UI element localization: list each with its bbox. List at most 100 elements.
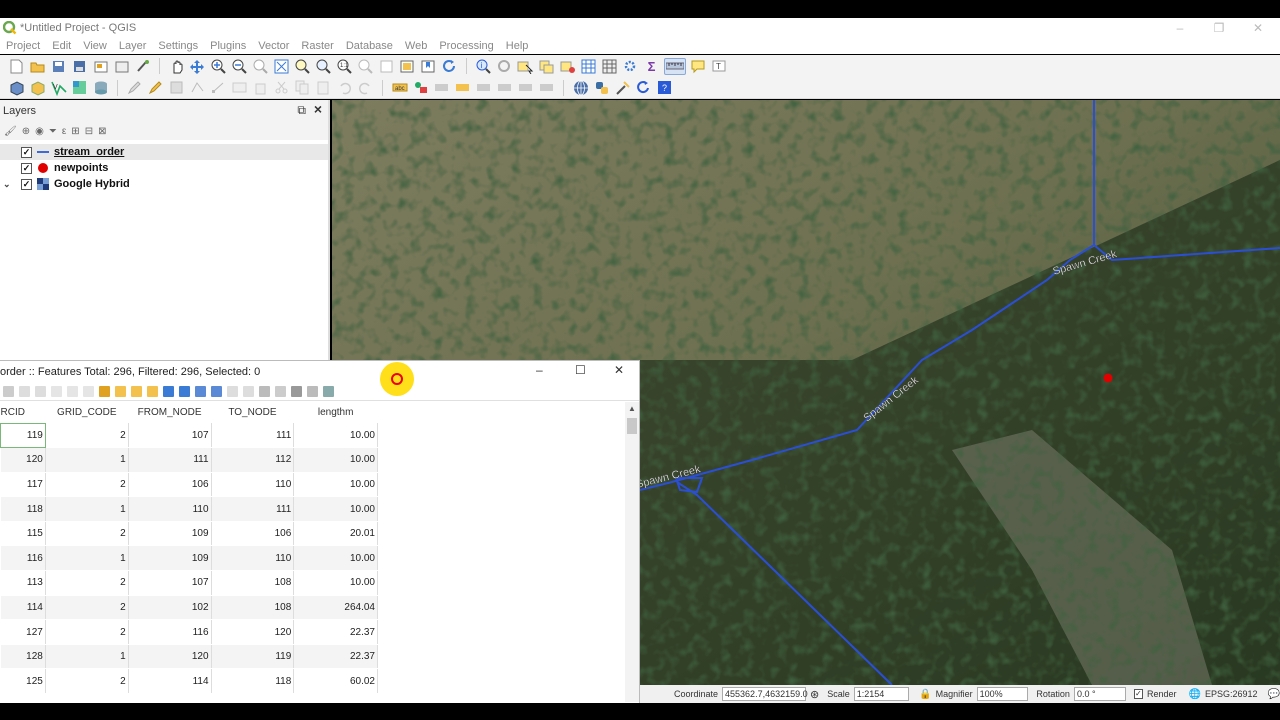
add-virtual-layer-icon[interactable] — [92, 79, 109, 96]
expand-all-icon[interactable]: ⊞ — [71, 126, 79, 137]
table-cell[interactable]: 1 — [45, 644, 129, 670]
menu-database[interactable]: Database — [346, 40, 393, 52]
menu-edit[interactable]: Edit — [52, 40, 71, 52]
new-project-icon[interactable] — [8, 58, 25, 75]
table-cell[interactable]: 10.00 — [293, 472, 378, 498]
table-cell[interactable]: 107 — [128, 423, 212, 449]
table-cell[interactable]: 117 — [0, 472, 46, 498]
multi-edit-icon[interactable] — [19, 386, 30, 397]
menu-plugins[interactable]: Plugins — [210, 40, 246, 52]
manage-themes-icon[interactable]: ◉ — [35, 126, 44, 137]
coordinate-field[interactable]: 455362.7,4632159.0 — [722, 687, 808, 701]
zoom-native-icon[interactable]: 1:1 — [336, 58, 353, 75]
table-cell[interactable]: 128 — [0, 644, 46, 670]
menu-settings[interactable]: Settings — [158, 40, 198, 52]
zoom-next-icon[interactable] — [378, 58, 395, 75]
table-cell[interactable]: 120 — [128, 644, 212, 670]
table-cell[interactable]: 111 — [128, 447, 212, 473]
new-map-view-icon[interactable] — [399, 58, 416, 75]
statistical-summary-icon[interactable]: Σ — [643, 58, 660, 75]
table-row[interactable]: 127 2 116 120 22.37 — [0, 619, 378, 645]
table-cell[interactable]: 119 — [0, 422, 46, 449]
table-cell[interactable]: 264.04 — [293, 595, 378, 621]
table-cell[interactable]: 119 — [211, 644, 295, 670]
table-row[interactable]: 125 2 114 118 60.02 — [0, 668, 378, 695]
label-change-icon[interactable] — [517, 79, 534, 96]
cut-features-icon[interactable] — [273, 79, 290, 96]
table-cell[interactable]: 114 — [0, 595, 46, 621]
print-layout-icon[interactable] — [92, 58, 109, 75]
table-cell[interactable]: 2 — [45, 472, 129, 498]
menu-project[interactable]: Project — [6, 40, 40, 52]
table-cell[interactable]: 108 — [211, 595, 295, 621]
new-field-icon[interactable] — [275, 386, 286, 397]
processing-toolbox-icon[interactable] — [622, 58, 639, 75]
table-cell[interactable]: 2 — [45, 668, 129, 695]
menu-help[interactable]: Help — [506, 40, 529, 52]
redo-icon[interactable] — [357, 79, 374, 96]
close-panel-icon[interactable]: × — [314, 101, 322, 117]
minimize-button[interactable]: – — [1160, 18, 1200, 38]
table-cell[interactable]: 109 — [128, 545, 212, 572]
deselect-all-icon[interactable] — [147, 386, 158, 397]
column-header[interactable]: TO_NODE — [211, 402, 294, 423]
plugin-tool-icon[interactable] — [614, 79, 631, 96]
save-edits-icon[interactable] — [35, 386, 46, 397]
pan-to-selected-icon[interactable] — [195, 386, 206, 397]
globe-icon[interactable] — [572, 79, 589, 96]
zoom-to-layer-icon[interactable] — [315, 58, 332, 75]
table-cell[interactable]: 1 — [45, 496, 129, 522]
zoom-in-icon[interactable] — [210, 58, 227, 75]
crs-globe-icon[interactable]: 🌐 — [1189, 689, 1201, 700]
table-row[interactable]: 119 2 107 111 10.00 — [0, 422, 378, 449]
current-edits-icon[interactable] — [126, 79, 143, 96]
table-cell[interactable]: 120 — [211, 619, 295, 645]
close-button[interactable]: ✕ — [1238, 18, 1278, 38]
table-cell[interactable]: 113 — [0, 570, 46, 596]
table-cell[interactable]: 110 — [211, 545, 295, 572]
add-raster-icon[interactable] — [71, 79, 88, 96]
vertex-tool-icon[interactable] — [210, 79, 227, 96]
float-panel-icon[interactable]: ⧉ — [297, 103, 306, 118]
menu-web[interactable]: Web — [405, 40, 427, 52]
table-cell[interactable]: 1 — [45, 447, 129, 473]
table-cell[interactable]: 106 — [128, 472, 212, 498]
table-row[interactable]: 114 2 102 108 264.04 — [0, 595, 378, 621]
scale-combobox[interactable]: 1:2154 — [853, 687, 910, 701]
column-header[interactable]: GRID_CODE — [45, 402, 129, 423]
table-cell[interactable]: 1 — [45, 545, 129, 572]
restore-button[interactable]: ❐ — [1199, 18, 1239, 38]
toggle-extents-icon[interactable]: ⊛ — [810, 688, 819, 701]
zoom-to-selected-icon[interactable] — [211, 386, 222, 397]
menu-layer[interactable]: Layer — [119, 40, 147, 52]
refresh-icon[interactable] — [441, 58, 458, 75]
scroll-up-icon[interactable]: ▲ — [628, 404, 636, 413]
layer-row-newpoints[interactable]: ✓ newpoints — [0, 160, 328, 176]
magnifier-spinbox[interactable]: 100% — [976, 687, 1029, 701]
table-cell[interactable]: 118 — [211, 668, 295, 695]
delete-selected-icon[interactable] — [252, 79, 269, 96]
table-cell[interactable]: 110 — [211, 472, 295, 498]
new-geopackage-icon[interactable] — [29, 79, 46, 96]
filter-legend-icon[interactable]: ⏷ — [49, 126, 57, 137]
table-cell[interactable]: 118 — [0, 496, 46, 522]
table-cell[interactable]: 111 — [211, 496, 295, 522]
table-cell[interactable]: 115 — [0, 521, 46, 547]
add-group-icon[interactable]: ⊕ — [22, 126, 30, 137]
delete-feature-icon[interactable] — [83, 386, 94, 397]
add-feature-icon[interactable] — [189, 79, 206, 96]
modify-attributes-icon[interactable] — [231, 79, 248, 96]
field-calculator-icon[interactable] — [291, 386, 302, 397]
table-cell[interactable]: 2 — [45, 521, 129, 547]
table-cell[interactable]: 112 — [211, 447, 295, 473]
layout-manager-icon[interactable] — [113, 58, 130, 75]
table-cell[interactable]: 10.00 — [293, 570, 378, 596]
toggle-editing-icon[interactable] — [147, 79, 164, 96]
zoom-rubberband-icon[interactable] — [252, 58, 269, 75]
table-row[interactable]: 117 2 106 110 10.00 — [0, 472, 378, 498]
column-header[interactable]: lengthm — [293, 402, 378, 423]
copy-features-icon[interactable] — [294, 79, 311, 96]
deselect-features-icon[interactable] — [538, 58, 555, 75]
table-cell[interactable]: 2 — [45, 570, 129, 596]
table-cell[interactable]: 116 — [128, 619, 212, 645]
